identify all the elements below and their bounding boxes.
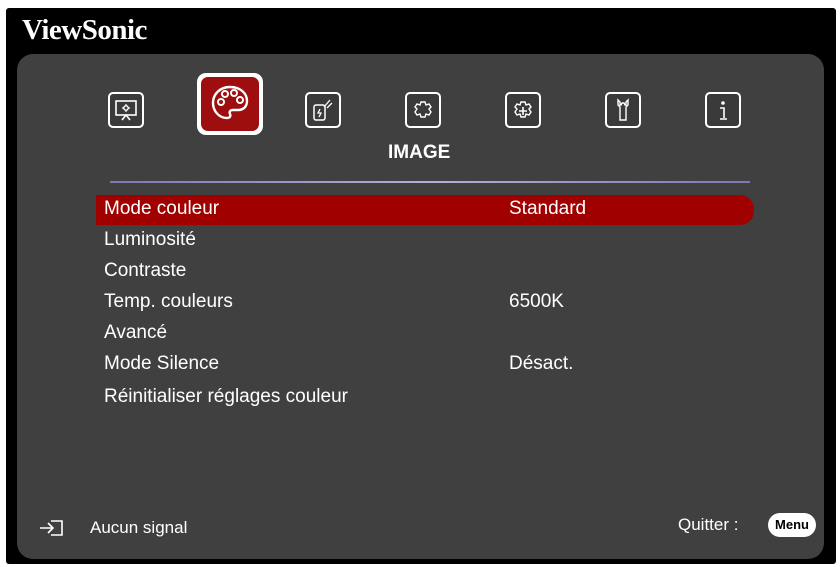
palette-icon [211, 85, 249, 120]
section-title: IMAGE [388, 142, 451, 163]
menu-item-label: Luminosité [104, 229, 196, 250]
tab-info[interactable] [705, 92, 741, 128]
tab-advanced[interactable] [505, 92, 541, 128]
tab-image-bg [201, 77, 259, 131]
gear-icon [414, 101, 432, 118]
divider [110, 181, 750, 183]
menu-key-button[interactable]: Menu [768, 513, 816, 537]
menu-item-value: Standard [509, 198, 587, 219]
quit-label: Quitter : [678, 515, 739, 534]
tab-display[interactable] [108, 92, 144, 128]
advanced-gear-icon [514, 101, 532, 118]
brand-logo: ViewSonic [22, 14, 147, 46]
power-icon [313, 99, 333, 121]
signal-status: Aucun signal [90, 518, 188, 537]
menu-item-value: 6500K [509, 291, 564, 312]
input-source-icon [40, 520, 63, 536]
info-icon [720, 101, 727, 120]
menu-item-label: Contraste [104, 260, 187, 281]
wrench-icon [617, 98, 629, 121]
menu-item-temp-couleurs[interactable]: Temp. couleurs 6500K [96, 288, 754, 318]
menu-item-contraste[interactable]: Contraste [96, 257, 754, 287]
menu-item-label: Temp. couleurs [104, 291, 233, 312]
menu-item-label: Réinitialiser réglages couleur [104, 386, 348, 407]
display-icon [115, 100, 137, 121]
menu-item-label: Mode Silence [104, 353, 220, 374]
menu-item-label: Mode couleur [104, 198, 220, 219]
menu-item-reinitialiser[interactable]: Réinitialiser réglages couleur [96, 383, 754, 413]
menu-item-mode-couleur[interactable]: Mode couleur Standard [96, 195, 754, 225]
menu-item-luminosite[interactable]: Luminosité [96, 226, 754, 256]
menu-item-value: Désact. [509, 353, 574, 374]
menu-item-mode-silence[interactable]: Mode Silence Désact. [96, 350, 754, 380]
menu-item-label: Avancé [104, 322, 168, 343]
tab-settings[interactable] [405, 92, 441, 128]
tab-system[interactable] [605, 92, 641, 128]
tab-image[interactable] [197, 73, 263, 135]
tab-power[interactable] [305, 92, 341, 128]
menu-item-avance[interactable]: Avancé [96, 319, 754, 349]
